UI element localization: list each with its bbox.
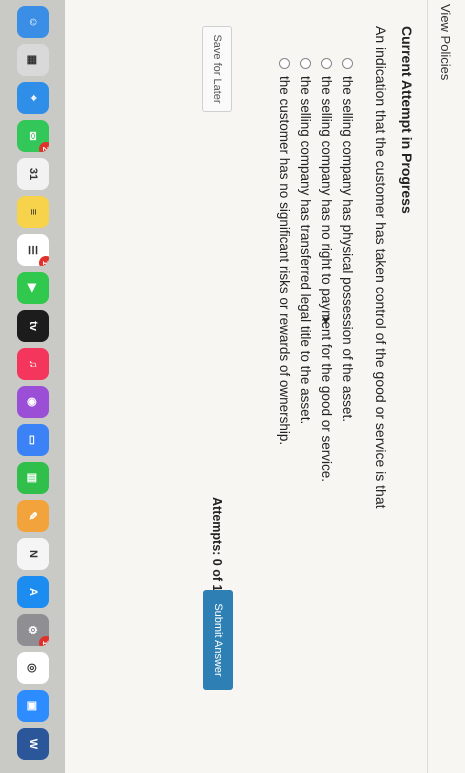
dock-glyph: ⚙ [26, 625, 39, 635]
dock-glyph: ▦ [26, 54, 39, 66]
facetime-icon[interactable]: ▶ [17, 272, 49, 304]
notification-badge: 1 [39, 256, 49, 266]
reminders-icon[interactable]: ☰1 [17, 234, 49, 266]
radio-button[interactable] [321, 58, 333, 69]
podcasts-icon[interactable]: ◉ [17, 386, 49, 418]
notification-badge: 2 [39, 142, 49, 152]
dock-glyph: ☰ [26, 245, 39, 255]
safari-icon[interactable]: ⌖ [17, 82, 49, 114]
dock-glyph: ▭ [26, 434, 39, 446]
dock-glyph: ≡ [27, 208, 39, 216]
finder-icon[interactable]: ☺ [17, 6, 49, 38]
dock-glyph: ▣ [26, 700, 39, 712]
word-icon[interactable]: W [17, 728, 49, 760]
attempt-heading: Current Attempt in Progress [399, 26, 415, 214]
screen: View Policies Current Attempt in Progres… [0, 0, 465, 773]
answer-option-1[interactable]: the selling company has physical possess… [337, 58, 359, 422]
answer-option-label: the selling company has transferred lega… [298, 76, 314, 425]
tv-icon[interactable]: tv [17, 310, 49, 342]
dock-glyph: ◉ [26, 397, 39, 407]
answer-option-label: the selling company has physical possess… [340, 76, 356, 422]
answer-option-2[interactable]: the selling company has no right to paym… [316, 58, 338, 482]
header-divider [427, 0, 428, 773]
answer-option-4[interactable]: the customer has no significant risks or… [274, 58, 296, 445]
dock-glyph: ▶ [26, 283, 39, 293]
dock-glyph: ▥ [26, 472, 39, 484]
radio-button[interactable] [279, 58, 291, 69]
numbers-icon[interactable]: ▥ [17, 462, 49, 494]
news-icon[interactable]: N [17, 538, 49, 570]
zoom-icon[interactable]: ▣ [17, 690, 49, 722]
radio-button[interactable] [342, 58, 354, 69]
dock-glyph: ✉ [26, 131, 39, 141]
pages-icon[interactable]: ✎ [17, 500, 49, 532]
view-policies-link[interactable]: View Policies [438, 4, 453, 80]
chrome-icon[interactable]: ◎ [17, 652, 49, 684]
submit-answer-button[interactable]: Submit Answer [203, 590, 233, 690]
dock-glyph: ♫ [27, 359, 39, 369]
dock-glyph: ◎ [26, 663, 39, 673]
dock-glyph: ☺ [27, 16, 39, 28]
dock-glyph: 31 [27, 167, 39, 181]
appstore-icon[interactable]: A [17, 576, 49, 608]
dock-glyph: N [27, 550, 39, 558]
answer-option-3[interactable]: the selling company has transferred lega… [295, 58, 317, 424]
calendar-icon[interactable]: 31 [17, 158, 49, 190]
settings-icon[interactable]: ⚙1 [17, 614, 49, 646]
music-icon[interactable]: ♫ [17, 348, 49, 380]
question-text: An indication that the customer has take… [373, 26, 389, 509]
dock: ☺▦⌖✉231≡☰1▶tv♫◉▭▥✎NA⚙1◎▣W [0, 0, 65, 773]
save-for-later-button[interactable]: Save for Later [202, 26, 232, 112]
radio-button[interactable] [300, 58, 312, 69]
notes-icon[interactable]: ≡ [17, 196, 49, 228]
dock-glyph: ⌖ [27, 94, 40, 102]
answer-option-label: the selling company has no right to paym… [319, 76, 335, 482]
dock-glyph: tv [27, 321, 39, 331]
notification-badge: 1 [39, 636, 49, 646]
messages-icon[interactable]: ✉2 [17, 120, 49, 152]
keynote-icon[interactable]: ▭ [17, 424, 49, 456]
dock-glyph: ✎ [26, 511, 39, 521]
dock-glyph: W [27, 738, 39, 750]
mouse-cursor-icon: ➤ [319, 315, 333, 326]
dock-glyph: A [27, 588, 39, 596]
answer-option-label: the customer has no significant risks or… [277, 76, 293, 446]
launchpad-icon[interactable]: ▦ [17, 44, 49, 76]
